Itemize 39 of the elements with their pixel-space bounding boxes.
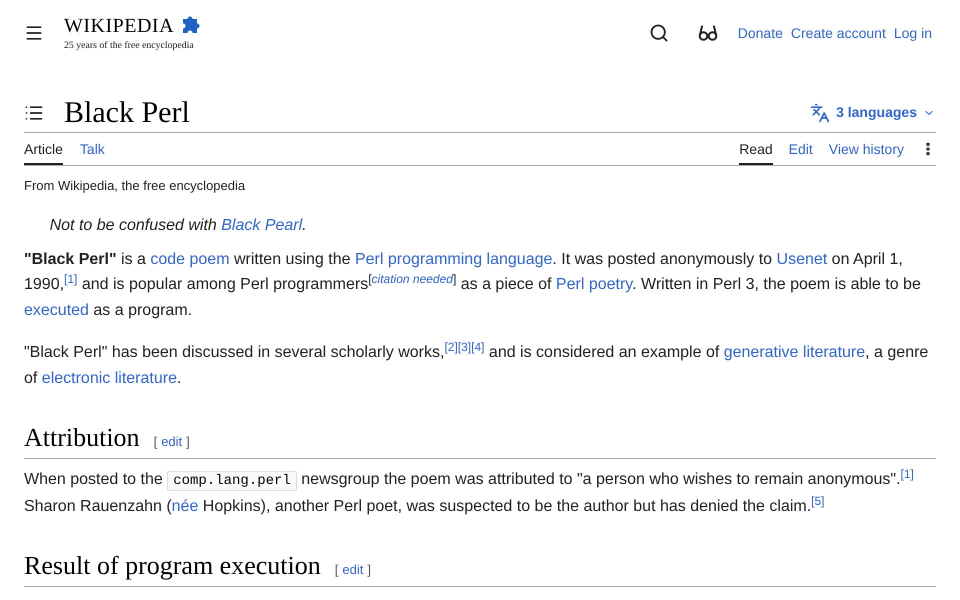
languages-button[interactable]: 3 languages [810,102,935,123]
citation-link[interactable]: [3] [458,340,472,354]
tab[interactable]: Edit [788,133,813,165]
code-snippet: comp.lang.perl [167,470,297,491]
link[interactable]: executed [24,302,89,319]
logo-tagline: 25 years of the free encyclopedia [64,40,195,52]
section-heading: Result of program execution [24,550,321,582]
paragraph-text: When posted to the comp.lang.perl newsgroup the poem was attributed to "a person who wishes to remain anonymous".$^{[1]}$ Sharon Rauenzahn (née Hopkins), another Perl poet, was suspected to be the author but has denied the claim.$^{[5]}$ [24,466,915,518]
link[interactable]: Black Pearl [221,217,302,234]
citation-link[interactable]: [2] [444,340,458,354]
tab[interactable]: Article [24,133,63,165]
link[interactable]: code poem [150,250,230,268]
header-link[interactable]: Log in [894,22,932,44]
header-link[interactable]: Create account [790,22,886,44]
search-icon [648,23,669,43]
tab[interactable]: View history [828,133,904,165]
translate-icon [810,102,830,122]
link[interactable]: Perl programming language [354,250,552,268]
citation-needed-link[interactable]: citation needed [372,272,453,286]
tab[interactable]: Talk [80,133,105,165]
link[interactable]: generative literature [724,344,866,362]
citation-link[interactable]: [1] [64,272,78,286]
citation-link[interactable]: [5] [811,494,825,508]
section-heading: Attribution [24,422,140,454]
site-tagline: From Wikipedia, the free encyclopedia [24,177,246,195]
edit-section-link[interactable]: [ edit ] [154,432,190,452]
link[interactable]: Usenet [776,250,828,268]
link[interactable]: née [172,498,198,516]
header-link[interactable]: Donate [738,22,783,44]
link[interactable]: electronic literature [42,370,177,387]
wordmark[interactable]: WIKIPEDIA [64,14,174,36]
link[interactable]: Perl poetry [556,276,632,294]
page-title: Black Perl [64,94,190,130]
citation-link[interactable]: [4] [471,340,484,354]
glasses-icon [698,23,718,43]
edit-section-link[interactable]: [ edit ] [334,560,371,580]
tab[interactable]: Read [739,133,773,165]
hatnote: Not to be confused with Black Pearl. [48,216,308,236]
citation-link[interactable]: [1] [900,466,914,481]
